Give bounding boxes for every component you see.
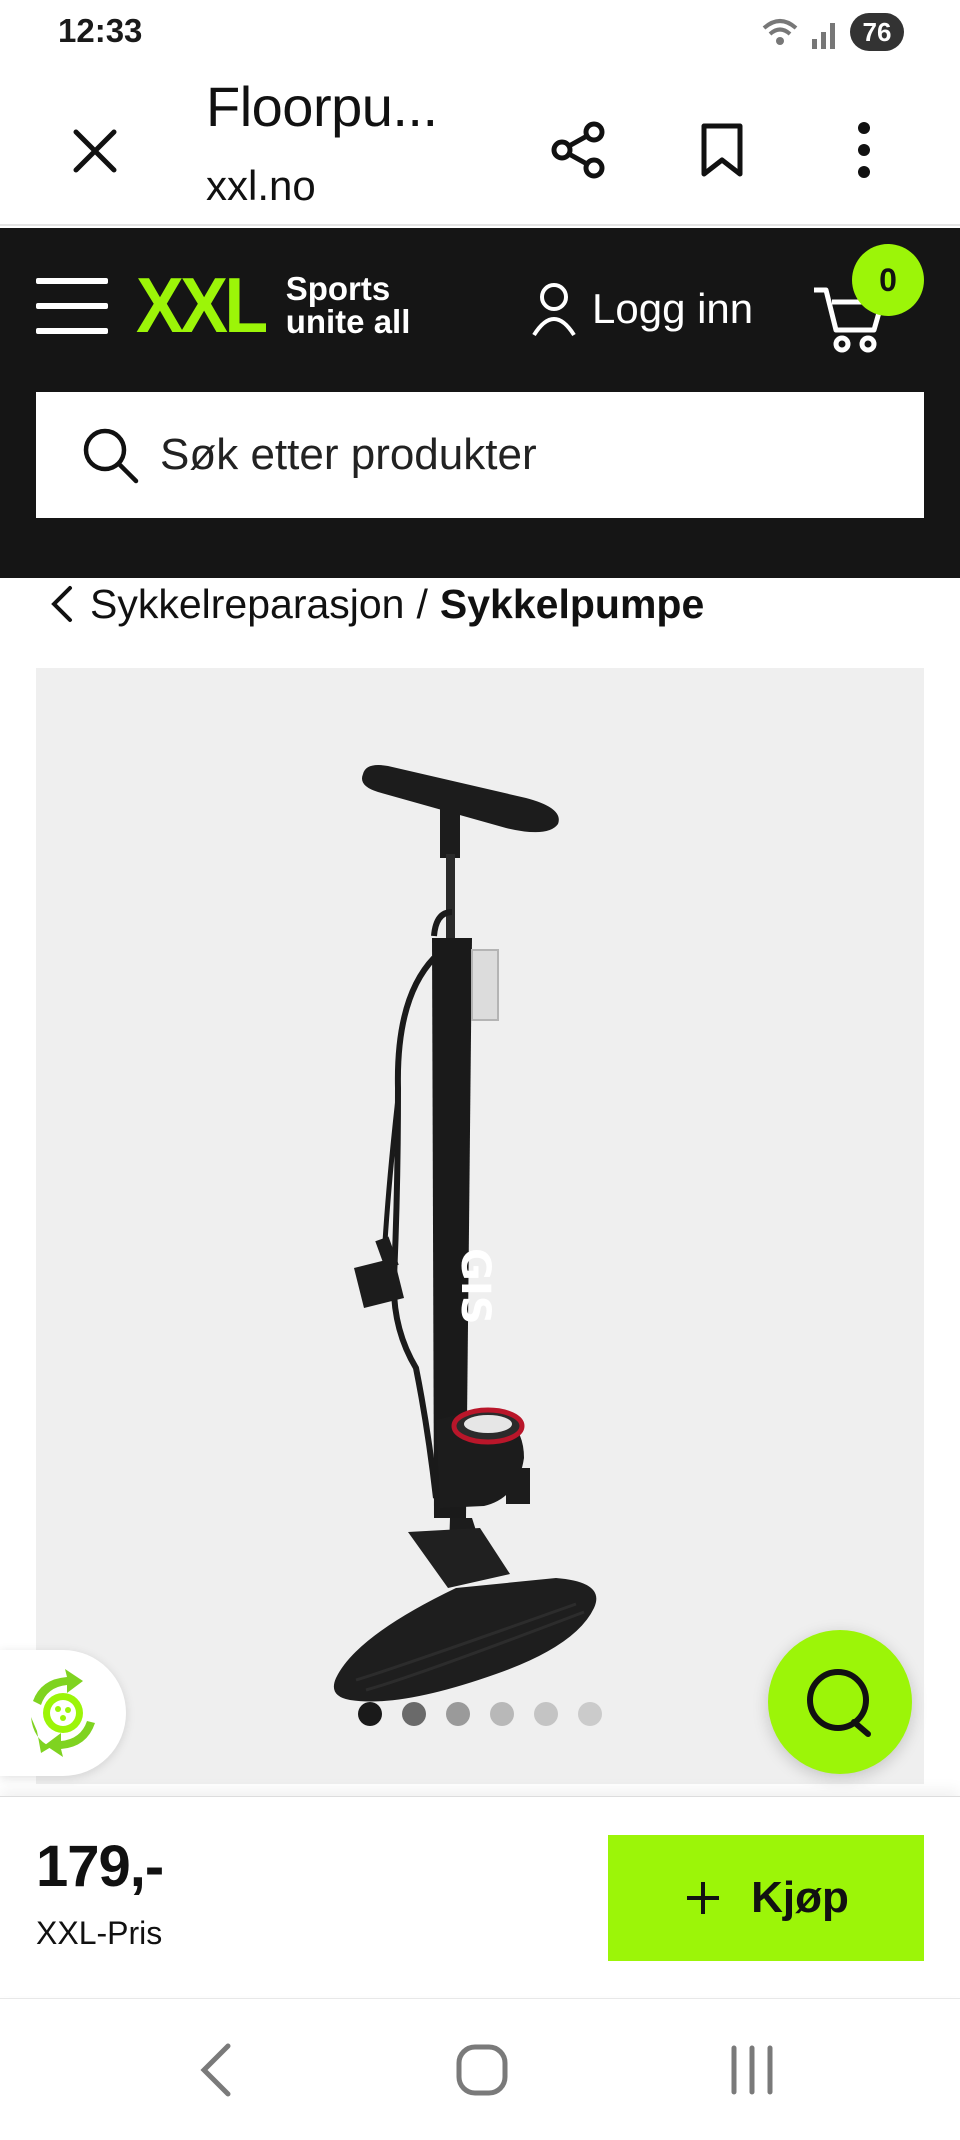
nav-home-button[interactable] xyxy=(442,2037,522,2103)
chat-button[interactable] xyxy=(768,1630,912,1774)
logo-tagline-line-2: unite all xyxy=(285,303,411,340)
breadcrumb-parent[interactable]: Sykkelreparasjon xyxy=(90,581,405,628)
logo-tagline-line-1: Sports xyxy=(285,270,391,307)
system-navigation-bar xyxy=(0,1998,960,2140)
more-options-button[interactable] xyxy=(824,110,904,190)
xxl-logo[interactable]: XXL Sports unite all xyxy=(136,260,411,349)
menu-icon-bar xyxy=(36,303,108,309)
status-icons: 76 xyxy=(760,12,904,52)
buy-button[interactable]: Kjøp xyxy=(608,1835,924,1961)
logo-wordmark: XXL xyxy=(136,260,268,349)
plus-icon xyxy=(687,1882,720,1914)
gallery-dot[interactable] xyxy=(446,1702,470,1726)
gallery-dot[interactable] xyxy=(490,1702,514,1726)
search-input[interactable]: Søk etter produkter xyxy=(36,392,924,518)
nav-recents-button[interactable] xyxy=(712,2037,792,2103)
buy-button-label: Kjøp xyxy=(751,1873,849,1922)
search-placeholder: Søk etter produkter xyxy=(160,430,537,479)
product-price: 179,- xyxy=(36,1834,164,1899)
breadcrumb: Sykkelreparasjon / Sykkelpumpe xyxy=(50,574,704,634)
login-label: Logg inn xyxy=(592,285,754,332)
nav-back-button[interactable] xyxy=(176,2037,256,2103)
price-label: XXL-Pris xyxy=(36,1915,163,1951)
menu-icon-bar xyxy=(36,328,108,334)
share-icon xyxy=(551,121,605,179)
gallery-dot[interactable] xyxy=(534,1702,558,1726)
gallery-dot[interactable] xyxy=(578,1702,602,1726)
more-vert-icon xyxy=(858,122,870,178)
gallery-dot[interactable] xyxy=(358,1702,382,1726)
chevron-left-icon[interactable] xyxy=(50,584,74,624)
close-tab-button[interactable] xyxy=(60,116,130,186)
tab-url: xxl.no xyxy=(206,162,316,209)
browser-tab-bar: Floorpu... xxl.no xyxy=(0,62,960,226)
nav-back-icon xyxy=(200,2043,231,2097)
battery-indicator: 76 xyxy=(850,13,904,51)
logo-tagline: Sports unite all xyxy=(286,272,411,338)
status-bar: 12:33 76 xyxy=(0,0,960,62)
gallery-dot[interactable] xyxy=(402,1702,426,1726)
recycle-icon xyxy=(31,1669,95,1757)
sticky-buy-bar: 179,- XXL-Pris Kjøp xyxy=(0,1796,960,1996)
cart-count-badge: 0 xyxy=(852,244,924,316)
wifi-icon xyxy=(762,19,798,45)
tab-title: Floorpu... xyxy=(206,75,438,138)
status-time: 12:33 xyxy=(58,12,143,49)
menu-icon xyxy=(36,278,108,284)
sustainability-badge[interactable] xyxy=(0,1650,126,1776)
breadcrumb-current[interactable]: Sykkelpumpe xyxy=(440,581,704,628)
share-button[interactable] xyxy=(538,110,618,190)
menu-button[interactable] xyxy=(36,278,110,334)
breadcrumb-separator: / xyxy=(416,580,428,627)
nav-recents-icon xyxy=(731,2045,773,2095)
bookmark-icon xyxy=(701,123,743,177)
user-icon xyxy=(532,283,576,337)
svg-text:GIS: GIS xyxy=(452,1248,498,1325)
site-header: XXL Sports unite all Logg inn 0 Søk ette… xyxy=(0,228,960,578)
search-icon xyxy=(83,428,139,484)
signal-icon xyxy=(812,23,835,49)
close-icon xyxy=(73,129,117,173)
bookmark-button[interactable] xyxy=(682,110,762,190)
chat-icon xyxy=(807,1669,871,1737)
nav-home-icon xyxy=(456,2044,508,2096)
login-button[interactable]: Logg inn xyxy=(530,274,753,344)
product-image-gallery[interactable]: GIS xyxy=(36,668,924,1784)
product-image: GIS xyxy=(333,765,597,1702)
